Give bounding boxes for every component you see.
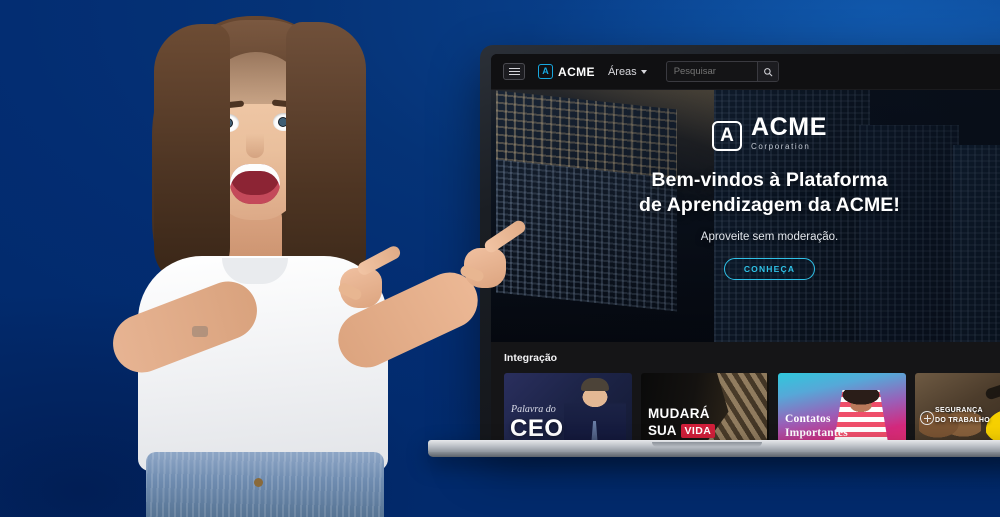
nav-item-areas-label: Áreas <box>607 65 637 78</box>
laptop-screen: A ACME Áreas Pesquisar A ACME Corporatio… <box>491 54 1000 443</box>
card1-script-text: Palavra do <box>511 404 556 415</box>
hero-logo-sub: Corporation <box>750 141 811 151</box>
pointing-hand-right <box>458 218 528 294</box>
hero-logo-mark-icon: A <box>711 120 742 151</box>
hero-title-line1: Bem-vindos à Plataforma <box>651 168 888 191</box>
hero-content: A ACME Corporation Bem-vindos à Platafor… <box>491 113 1000 280</box>
laptop-base-notch <box>652 442 762 447</box>
blue-jeans <box>146 452 384 517</box>
search-icon[interactable] <box>756 62 778 81</box>
nose <box>246 134 264 158</box>
card4-line1: SEGURANÇA <box>935 407 983 415</box>
hero-banner: A ACME Corporation Bem-vindos à Platafor… <box>491 90 1000 342</box>
laptop-lid: A ACME Áreas Pesquisar A ACME Corporatio… <box>480 45 1000 443</box>
pointing-hand-left <box>334 243 403 308</box>
card-contatos-importantes[interactable]: Contatos Importantes Integração <box>778 373 906 443</box>
card2-line2: SUA <box>648 423 677 438</box>
card4-line2: DO TRABALHO <box>935 416 991 424</box>
hair-front-left <box>154 24 230 286</box>
content-shelf: Integração Palavra do CEO Integração MUD… <box>491 342 1000 443</box>
card1-title: CEO <box>510 415 564 442</box>
brand-name: ACME <box>558 64 595 79</box>
safety-cross-icon <box>920 411 934 425</box>
arm-tattoo <box>192 326 208 337</box>
card-mudara-sua-vida[interactable]: MUDARÁ SUA VIDA Integração <box>641 373 769 443</box>
card-list: Palavra do CEO Integração MUDARÁ SUA VID… <box>504 373 1000 443</box>
hero-title-line2: de Aprendizagem da ACME! <box>639 193 900 216</box>
card-seguranca-do-trabalho[interactable]: SEGURANÇA DO TRABALHO Integração <box>915 373 1000 443</box>
nav-item-areas[interactable]: Áreas <box>608 66 647 78</box>
hamburger-icon[interactable] <box>503 63 525 80</box>
hero-subtitle: Aproveite sem moderação. <box>700 230 839 243</box>
card2-badge: VIDA <box>680 423 716 438</box>
card2-line1: MUDARÁ <box>648 406 710 421</box>
presenter-photo <box>96 6 528 517</box>
search-input[interactable] <box>666 62 757 81</box>
laptop-base-edge <box>428 452 1000 457</box>
chevron-down-icon <box>640 69 647 74</box>
jeans-button <box>254 478 263 487</box>
brand-mark-icon: A <box>538 64 553 79</box>
hero-logo: A ACME Corporation <box>711 113 827 151</box>
hero-logo-name: ACME <box>750 113 827 141</box>
card3-line2: Importantes <box>785 427 848 439</box>
shelf-title: Integração <box>504 352 558 364</box>
hero-cta-button[interactable]: CONHEÇA <box>723 257 816 280</box>
mouth <box>230 164 280 204</box>
search-box[interactable] <box>665 61 779 82</box>
card-palavra-do-ceo[interactable]: Palavra do CEO Integração <box>504 373 632 443</box>
card4-title: SEGURANÇA DO TRABALHO <box>935 406 990 425</box>
brand-logo[interactable]: A ACME <box>538 64 595 79</box>
card3-line1: Contatos <box>785 413 831 425</box>
ear-protection <box>984 376 1000 401</box>
app-navbar: A ACME Áreas <box>491 54 1000 90</box>
laptop-base <box>428 440 1000 457</box>
ceo-hair <box>581 378 609 391</box>
card2-line2-row: SUA VIDA <box>648 423 716 438</box>
